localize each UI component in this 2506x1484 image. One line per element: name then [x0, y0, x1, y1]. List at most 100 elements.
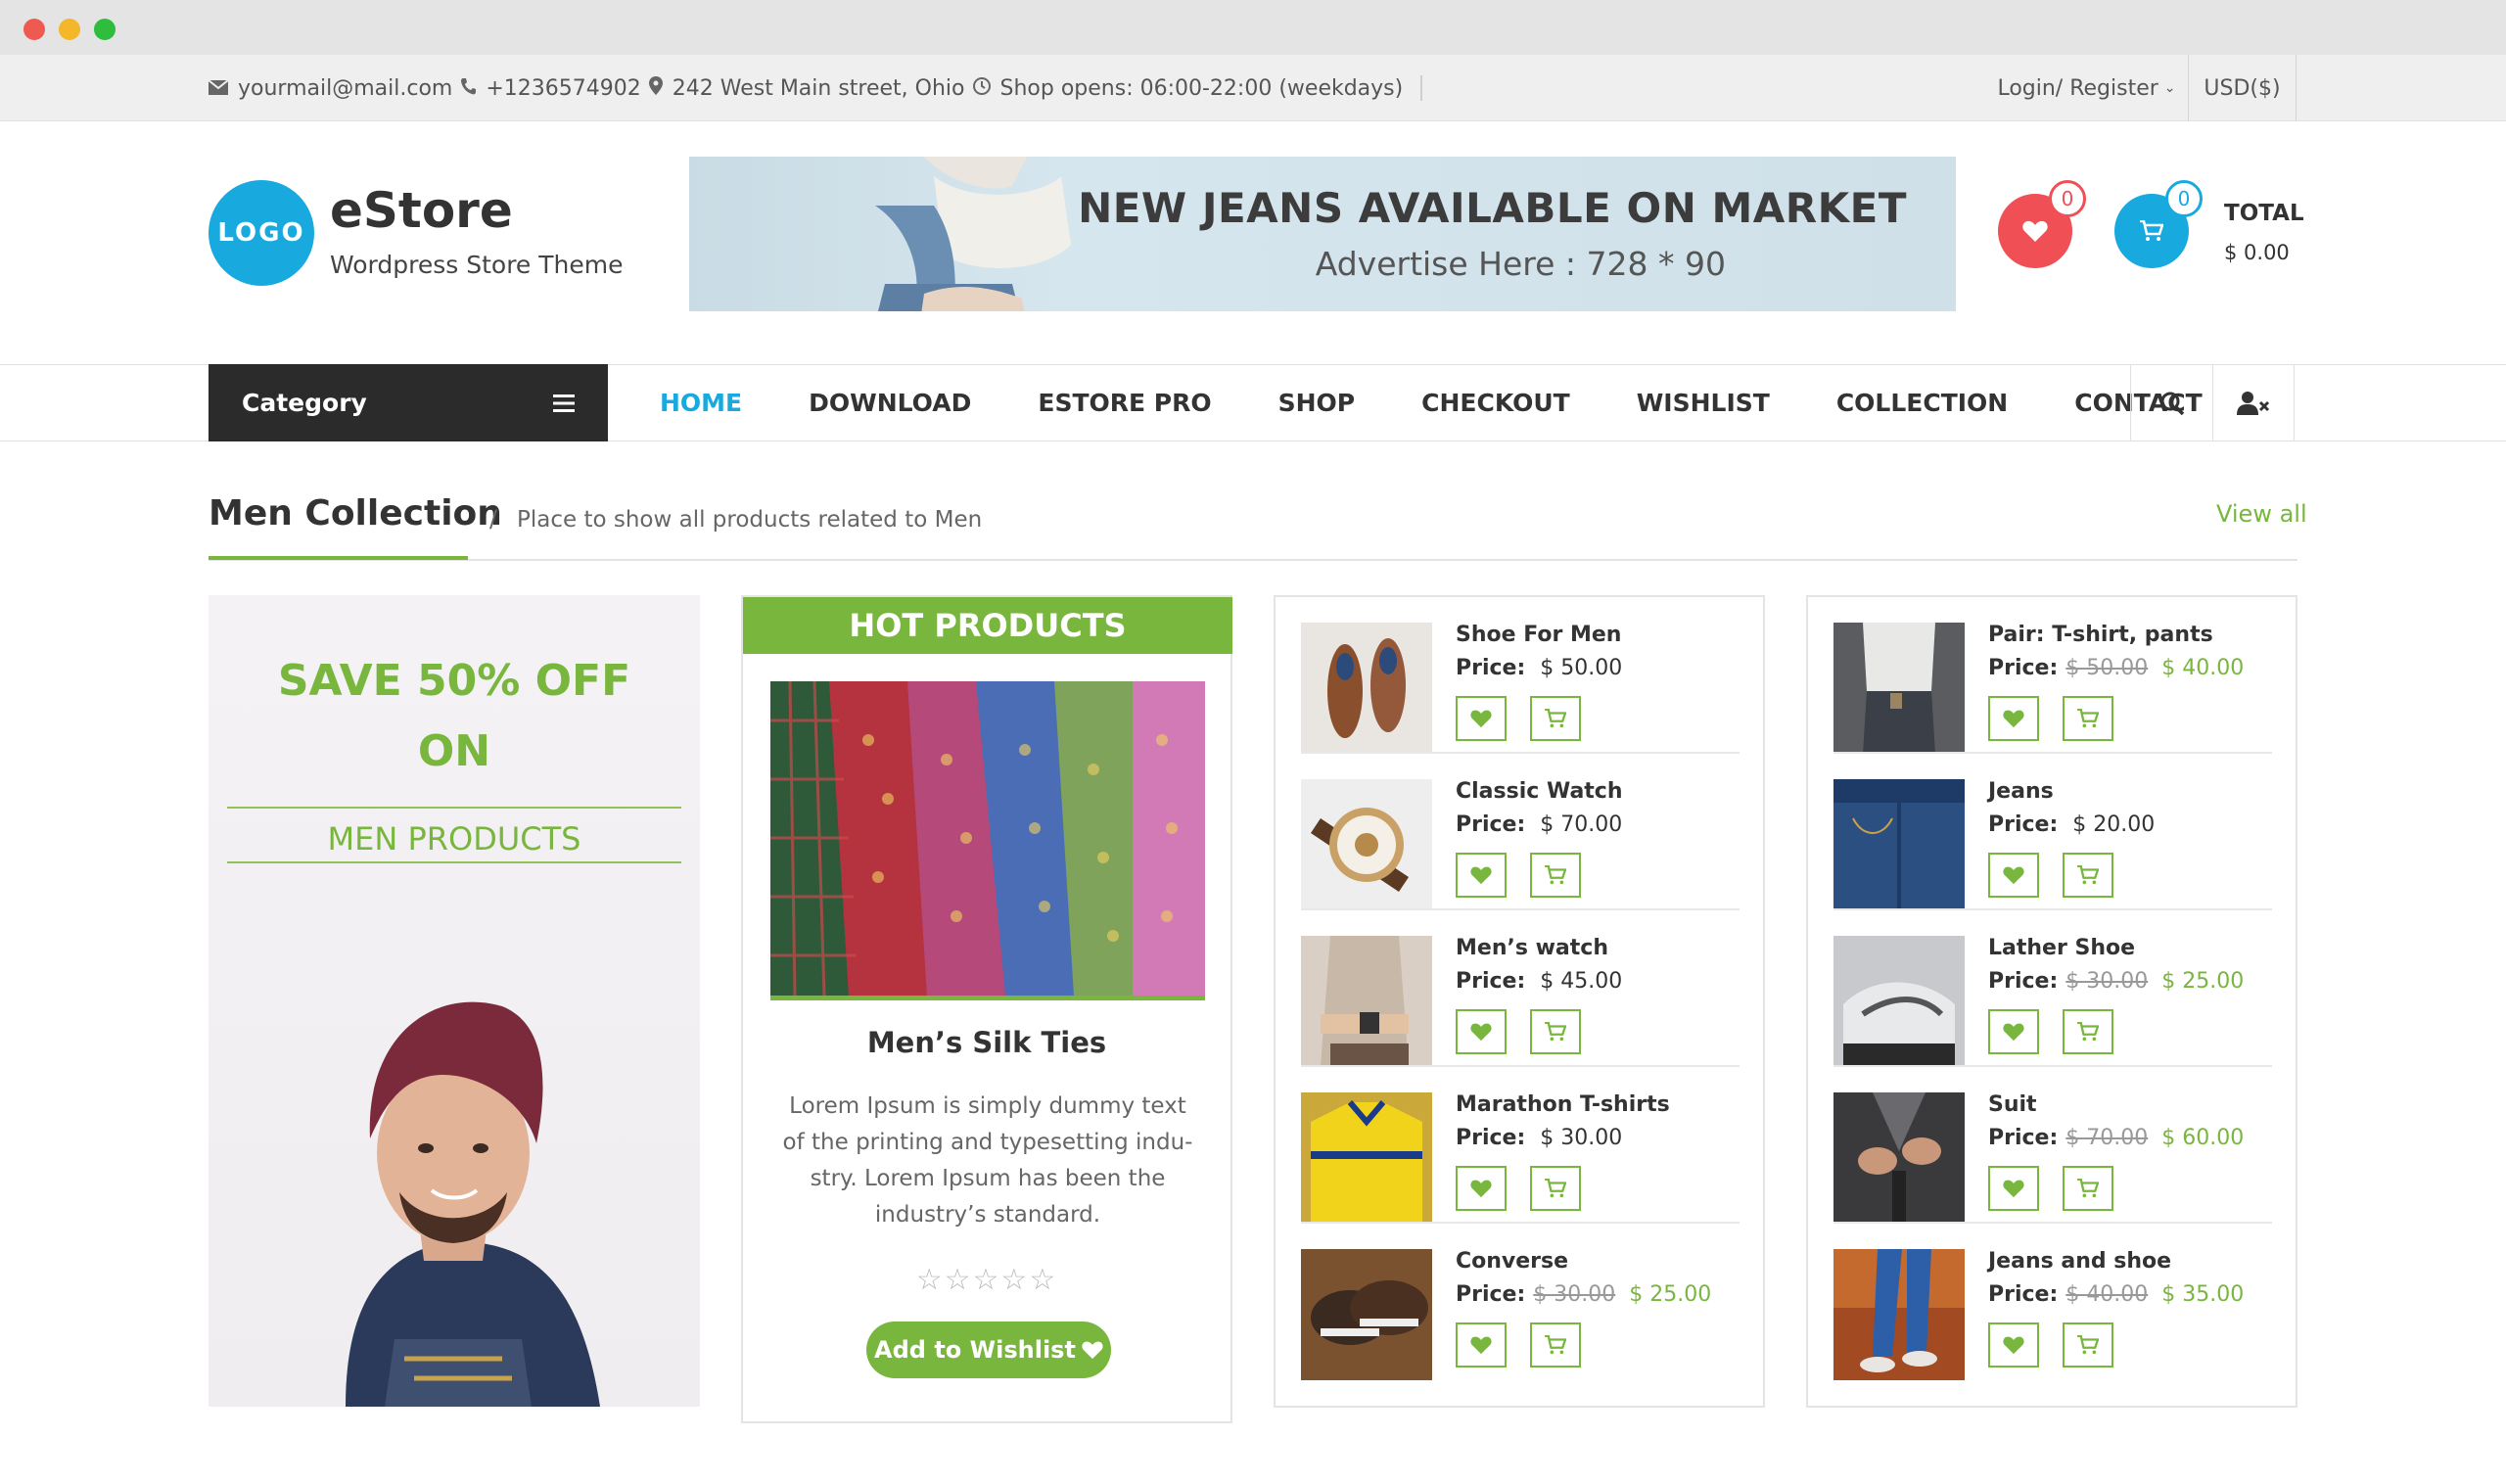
- add-to-cart-button[interactable]: [2063, 1166, 2113, 1211]
- add-to-wishlist-label: Add to Wishlist: [874, 1336, 1076, 1364]
- cart-icon: [1545, 1335, 1566, 1355]
- add-to-cart-button[interactable]: [2063, 1322, 2113, 1368]
- hot-product-description: Lorem Ipsum is simply dummy text of the …: [782, 1093, 1193, 1228]
- section-slash: /: [489, 505, 498, 533]
- add-to-cart-button[interactable]: [1530, 1322, 1581, 1368]
- account-button[interactable]: [2212, 364, 2295, 441]
- nav-home[interactable]: HOME: [626, 389, 775, 417]
- promo-rule-top: [227, 807, 681, 809]
- nav-estore-pro[interactable]: ESTORE PRO: [1004, 389, 1244, 417]
- add-to-wishlist-button[interactable]: [1988, 1322, 2039, 1368]
- site-logo[interactable]: LOGO: [209, 180, 314, 286]
- add-to-wishlist-button[interactable]: Add to Wishlist: [866, 1322, 1111, 1378]
- contact-address: 242 West Main street, Ohio: [672, 75, 965, 101]
- nav-checkout[interactable]: CHECKOUT: [1388, 389, 1603, 417]
- product-name[interactable]: Jeans: [1988, 779, 2054, 804]
- add-to-cart-button[interactable]: [2063, 853, 2113, 898]
- close-window-button[interactable]: [23, 19, 45, 40]
- jeans-and-shoe-image[interactable]: [1833, 1249, 1965, 1380]
- add-to-wishlist-button[interactable]: [1456, 1166, 1507, 1211]
- silk-ties-image[interactable]: [770, 681, 1205, 1000]
- converse-image[interactable]: [1301, 1249, 1432, 1380]
- search-button[interactable]: [2130, 364, 2212, 441]
- wishlist-count-badge: 0: [2049, 180, 2086, 217]
- currency-selector[interactable]: USD($): [2189, 55, 2297, 121]
- banner-model-image: [875, 157, 1071, 311]
- hot-products-heading: HOT PRODUCTS: [743, 597, 1232, 654]
- promo-line-2: ON: [417, 726, 491, 776]
- cart-icon: [2077, 1335, 2099, 1355]
- add-to-wishlist-button[interactable]: [1988, 1166, 2039, 1211]
- promo-rule-bottom: [227, 861, 681, 863]
- classic-watch-image[interactable]: [1301, 779, 1432, 910]
- nav-wishlist[interactable]: WISHLIST: [1603, 389, 1803, 417]
- add-to-cart-button[interactable]: [1530, 696, 1581, 741]
- banner-subtext: Advertise Here : 728 * 90: [1315, 245, 1726, 283]
- add-to-cart-button[interactable]: [2063, 696, 2113, 741]
- product-item: Jeans Price: $ 20.00: [1833, 754, 2272, 910]
- marathon-tshirt-image[interactable]: [1301, 1092, 1432, 1224]
- cart-icon: [2140, 220, 2163, 241]
- tshirt-pants-image[interactable]: [1833, 623, 1965, 754]
- promo-banner[interactable]: SAVE 50% OFF ON MEN PRODUCTS: [209, 595, 700, 1407]
- advertisement-banner[interactable]: NEW JEANS AVAILABLE ON MARKET Advertise …: [689, 157, 1956, 311]
- promo-model-image: [346, 1001, 600, 1407]
- cart-icon: [2077, 1179, 2099, 1198]
- contact-email[interactable]: yourmail@mail.com: [238, 76, 452, 101]
- product-name[interactable]: Lather Shoe: [1988, 936, 2135, 960]
- add-to-wishlist-button[interactable]: [1456, 853, 1507, 898]
- view-all-link[interactable]: View all: [2216, 500, 2307, 528]
- topbar-divider: [1420, 75, 1423, 101]
- add-to-cart-button[interactable]: [1530, 1009, 1581, 1054]
- add-to-cart-button[interactable]: [1530, 853, 1581, 898]
- add-to-wishlist-button[interactable]: [1456, 1009, 1507, 1054]
- product-item: Lather Shoe Price: $ 30.00 $ 25.00: [1833, 910, 2272, 1067]
- leather-shoe-image[interactable]: [1833, 936, 1965, 1067]
- product-name[interactable]: Classic Watch: [1456, 779, 1623, 804]
- contact-phone[interactable]: +1236574902: [486, 76, 640, 101]
- product-name[interactable]: Shoe For Men: [1456, 623, 1621, 647]
- add-to-wishlist-button[interactable]: [1988, 853, 2039, 898]
- promo-line-1: SAVE 50% OFF: [277, 656, 631, 706]
- add-to-wishlist-button[interactable]: [1456, 696, 1507, 741]
- maximize-window-button[interactable]: [94, 19, 116, 40]
- category-menu-button[interactable]: Category: [209, 364, 608, 441]
- add-to-wishlist-button[interactable]: [1456, 1322, 1507, 1368]
- heart-icon: [1470, 710, 1492, 728]
- minimize-window-button[interactable]: [59, 19, 80, 40]
- clock-icon: [972, 76, 991, 101]
- product-name[interactable]: Marathon T-shirts: [1456, 1092, 1670, 1117]
- cart-icon: [1545, 1022, 1566, 1042]
- mens-watch-image[interactable]: [1301, 936, 1432, 1067]
- product-item: Jeans and shoe Price: $ 40.00 $ 35.00: [1833, 1224, 2272, 1380]
- nav-download[interactable]: DOWNLOAD: [775, 389, 1004, 417]
- product-name[interactable]: Men’s watch: [1456, 936, 1608, 960]
- promo-line-3: MEN PRODUCTS: [327, 820, 581, 858]
- product-item: Men’s watch Price: $ 45.00: [1301, 910, 1740, 1067]
- product-name[interactable]: Suit: [1988, 1092, 2037, 1117]
- add-to-wishlist-button[interactable]: [1988, 1009, 2039, 1054]
- product-name[interactable]: Converse: [1456, 1249, 1568, 1274]
- add-to-wishlist-button[interactable]: [1988, 696, 2039, 741]
- product-list-column-1: Shoe For Men Price: $ 50.00 Classic Watc…: [1274, 595, 1765, 1408]
- product-name[interactable]: Jeans and shoe: [1988, 1249, 2171, 1274]
- chevron-down-icon: ⌄: [2163, 80, 2176, 96]
- site-title[interactable]: eStore: [330, 182, 513, 239]
- cart-icon: [1545, 709, 1566, 728]
- shoe-for-men-image[interactable]: [1301, 623, 1432, 754]
- product-price: Price: $ 70.00: [1456, 812, 1623, 837]
- jeans-image[interactable]: [1833, 779, 1965, 910]
- nav-collection[interactable]: COLLECTION: [1803, 389, 2041, 417]
- product-item: Classic Watch Price: $ 70.00: [1301, 754, 1740, 910]
- add-to-cart-button[interactable]: [2063, 1009, 2113, 1054]
- product-list-column-2: Pair: T-shirt, pants Price: $ 50.00 $ 40.0…: [1806, 595, 2297, 1408]
- nav-shop[interactable]: SHOP: [1245, 389, 1389, 417]
- hot-product-title[interactable]: Men’s Silk Ties: [743, 1026, 1230, 1059]
- heart-icon: [2003, 710, 2024, 728]
- add-to-cart-button[interactable]: [1530, 1166, 1581, 1211]
- login-register-dropdown[interactable]: Login/ Register ⌄: [1985, 55, 2189, 121]
- product-name[interactable]: Pair: T-shirt, pants: [1988, 623, 2213, 647]
- product-item: Shoe For Men Price: $ 50.00: [1301, 597, 1740, 754]
- banner-headline: NEW JEANS AVAILABLE ON MARKET: [1078, 184, 1907, 232]
- suit-image[interactable]: [1833, 1092, 1965, 1224]
